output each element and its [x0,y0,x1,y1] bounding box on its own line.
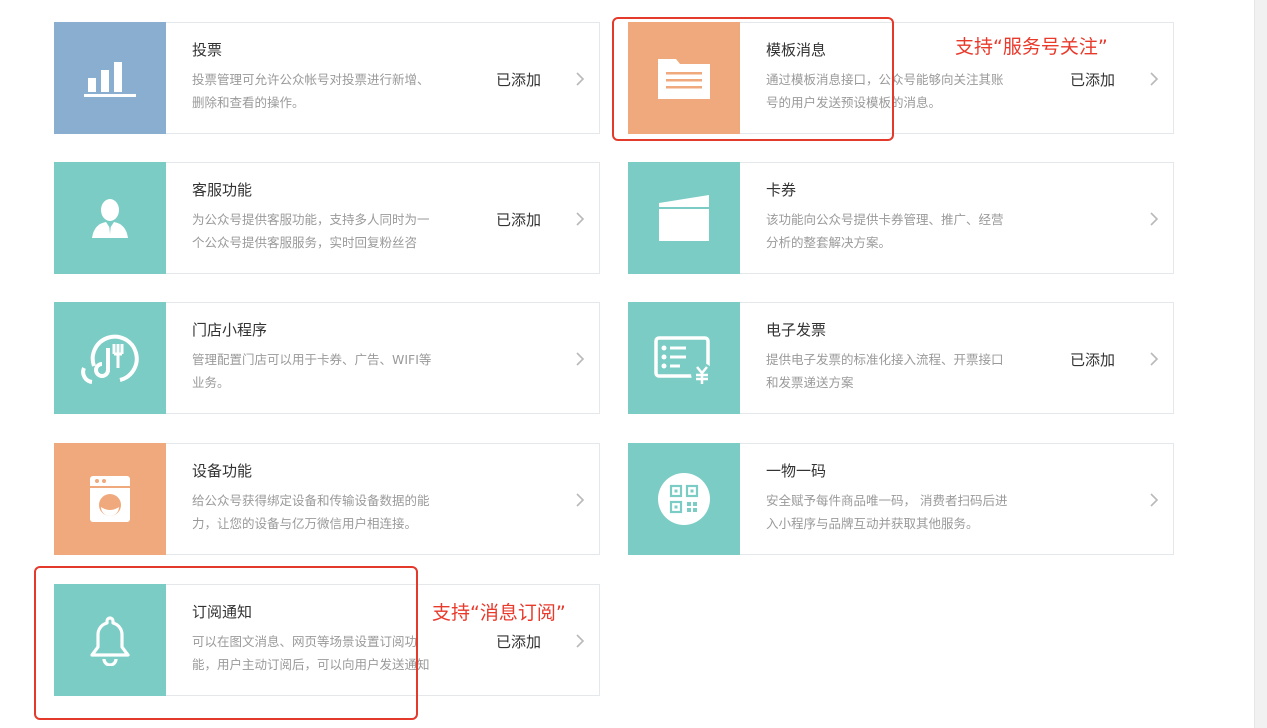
bar-chart-icon [54,22,166,134]
feature-description: 给公众号获得绑定设备和传输设备数据的能 力，让您的设备与亿万微信用户相连接。 [192,493,430,531]
feature-card-coupon[interactable]: 卡券 该功能向公众号提供卡券管理、推广、经营 分析的整套解决方案。 [628,162,1174,274]
feature-title: 投票 [192,41,223,59]
feature-title: 门店小程序 [192,321,268,339]
feature-title: 一物一码 [766,462,827,480]
chevron-right-icon[interactable] [570,69,590,89]
status-added-label: 已添加 [496,633,542,651]
feature-description: 安全赋予每件商品唯一码， 消费者扫码后进 入小程序与品牌互动并获取其他服务。 [766,493,1008,531]
chevron-right-icon[interactable] [570,631,590,651]
chevron-right-icon[interactable] [1144,69,1164,89]
feature-title: 设备功能 [192,462,253,480]
chevron-right-icon[interactable] [1144,490,1164,510]
annotation-highlight-box [34,566,418,720]
chevron-right-icon[interactable] [1144,209,1164,229]
feature-card-store-miniprogram[interactable]: 门店小程序 管理配置门店可以用于卡券、广告、WIFI等 业务。 [54,302,600,414]
feature-title: 客服功能 [192,181,253,199]
annotation-highlight-box [612,17,894,141]
person-icon [54,162,166,274]
status-added-label: 已添加 [496,71,542,89]
status-added-label: 已添加 [1070,71,1116,89]
annotation-text: 支持“消息订阅” [432,602,566,624]
feature-description: 提供电子发票的标准化接入流程、开票接口 和发票递送方案 [766,352,1004,390]
feature-description: 管理配置门店可以用于卡券、广告、WIFI等 业务。 [192,352,432,390]
feature-card-device[interactable]: 设备功能 给公众号获得绑定设备和传输设备数据的能 力，让您的设备与亿万微信用户相连… [54,443,600,555]
feature-card-e-invoice[interactable]: 电子发票 提供电子发票的标准化接入流程、开票接口 和发票递送方案 已添加 [628,302,1174,414]
feature-description: 该功能向公众号提供卡券管理、推广、经营 分析的整套解决方案。 [766,212,1004,250]
washing-machine-icon [54,443,166,555]
feature-description: 为公众号提供客服功能，支持多人同时为一 个公众号提供客服服务，实时回复粉丝咨 [192,212,430,250]
feature-card-one-item-one-code[interactable]: 一物一码 安全赋予每件商品唯一码， 消费者扫码后进 入小程序与品牌互动并获取其他服… [628,443,1174,555]
feature-card-vote[interactable]: 投票 投票管理可允许公众帐号对投票进行新增、 删除和查看的操作。 已添加 [54,22,600,134]
wallet-icon [628,162,740,274]
feature-title: 电子发票 [766,321,827,339]
chevron-right-icon[interactable] [570,209,590,229]
feature-card-customer-service[interactable]: 客服功能 为公众号提供客服功能，支持多人同时为一 个公众号提供客服服务，实时回复粉… [54,162,600,274]
store-fork-icon [54,302,166,414]
annotation-text: 支持“服务号关注” [955,36,1108,58]
invoice-icon [628,302,740,414]
feature-title: 卡券 [766,181,797,199]
chevron-right-icon[interactable] [570,490,590,510]
chevron-right-icon[interactable] [570,349,590,369]
qr-code-icon [628,443,740,555]
feature-description: 投票管理可允许公众帐号对投票进行新增、 删除和查看的操作。 [192,72,430,110]
chevron-right-icon[interactable] [1144,349,1164,369]
status-added-label: 已添加 [496,211,542,229]
vertical-scrollbar[interactable] [1254,0,1267,728]
status-added-label: 已添加 [1070,351,1116,369]
